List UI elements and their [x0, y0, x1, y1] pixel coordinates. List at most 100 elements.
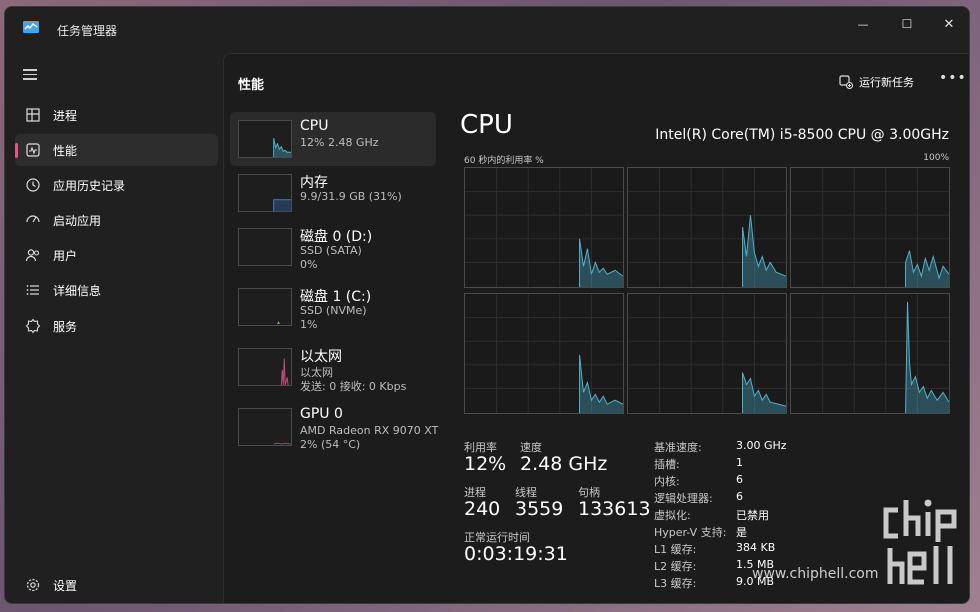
core-graph-3: [464, 293, 624, 414]
spec-key: 基准速度:: [654, 441, 702, 454]
resource-item-cpu[interactable]: CPU 12% 2.48 GHz: [230, 112, 436, 166]
utilization-value: 12%: [464, 453, 507, 475]
speed-value: 2.48 GHz: [520, 453, 608, 475]
sidebar-item-label: 启动应用: [53, 213, 102, 228]
resource-usage: 1%: [300, 318, 318, 331]
spec-key: 内核:: [654, 475, 680, 488]
sidebar-item-label: 用户: [53, 248, 78, 263]
spec-value: 384 KB: [736, 541, 776, 554]
services-icon: [25, 318, 41, 334]
sidebar-item-settings[interactable]: 设置: [15, 569, 218, 601]
core-graph-0: [464, 167, 624, 288]
sidebar-item-label: 进程: [53, 108, 78, 123]
processes-value: 240: [464, 498, 501, 520]
spec-key: L1 缓存:: [654, 543, 697, 556]
spec-value: 已禁用: [736, 509, 769, 522]
resource-usage: 0%: [300, 258, 318, 271]
cpu-core-graphs: [464, 167, 952, 415]
maximize-icon: ☐: [901, 17, 913, 31]
resource-usage: 2% (54 °C): [300, 438, 361, 451]
sidebar-item-processes[interactable]: 进程: [15, 99, 218, 131]
spec-key: L3 缓存:: [654, 577, 697, 590]
cpu-model-name: Intel(R) Core(TM) i5-8500 CPU @ 3.00GHz: [655, 127, 949, 143]
chiphell-logo: [883, 499, 957, 585]
core-graph-5: [790, 293, 950, 414]
task-manager-window: 任务管理器 — ☐ ✕ 进程 性能 应用历史记录 启动应用 用户 详细信息 服务…: [4, 6, 970, 604]
spec-value: 1: [736, 456, 743, 469]
sidebar-item-label: 详细信息: [53, 283, 102, 298]
startup-icon: [26, 215, 40, 223]
run-task-label: 运行新任务: [859, 76, 914, 89]
hamburger-menu-icon[interactable]: [23, 69, 37, 83]
core-graph-4: [627, 293, 787, 414]
handles-value: 133613: [578, 498, 651, 520]
spec-key: Hyper-V 支持:: [654, 526, 727, 539]
resource-item-memory[interactable]: 内存 9.9/31.9 GB (31%): [230, 166, 436, 220]
spec-value: 3.00 GHz: [736, 439, 787, 452]
core-graph-2: [790, 167, 950, 288]
sidebar-item-label: 应用历史记录: [53, 178, 126, 193]
sidebar-item-label: 服务: [53, 319, 78, 334]
ethernet-thumbnail-graph: [238, 348, 292, 386]
main-panel: 性能 运行新任务 ••• CPU 12% 2.48 GHz 内存 9.9/31.…: [223, 53, 969, 603]
resource-subtitle: 12% 2.48 GHz: [300, 136, 379, 149]
sidebar-item-services[interactable]: 服务: [15, 310, 218, 342]
sidebar-item-startup[interactable]: 启动应用: [15, 204, 218, 236]
close-button[interactable]: ✕: [929, 11, 969, 37]
minimize-button[interactable]: —: [843, 11, 883, 37]
graph-max-label: 100%: [923, 153, 949, 163]
detail-title: CPU: [460, 110, 513, 140]
resource-item-ethernet[interactable]: 以太网 以太网 发送: 0 接收: 0 Kbps: [230, 340, 436, 394]
run-new-task-button[interactable]: 运行新任务: [839, 74, 914, 90]
sidebar-item-label: 性能: [53, 143, 78, 158]
page-title: 性能: [238, 78, 265, 93]
performance-icon: [26, 143, 40, 157]
disk1-thumbnail-graph: [238, 288, 292, 326]
sidebar-item-users[interactable]: 用户: [15, 239, 218, 271]
resource-subtitle: 9.9/31.9 GB (31%): [300, 190, 402, 203]
spec-value: 6: [736, 473, 743, 486]
uptime-value: 0:03:19:31: [464, 543, 568, 565]
watermark-url: www.chiphell.com: [752, 566, 879, 582]
resource-name: 以太网: [300, 349, 342, 365]
resource-item-gpu[interactable]: GPU 0 AMD Radeon RX 9070 XT 2% (54 °C): [230, 400, 439, 454]
spec-value: 6: [736, 490, 743, 503]
resource-item-disk0[interactable]: 磁盘 0 (D:) SSD (SATA) 0%: [230, 220, 436, 274]
more-options-icon[interactable]: •••: [939, 70, 967, 86]
resource-usage: 发送: 0 接收: 0 Kbps: [300, 380, 407, 393]
resource-subtitle: SSD (SATA): [300, 244, 362, 257]
cpu-thumbnail-graph: [238, 120, 292, 158]
sidebar-item-performance[interactable]: 性能: [15, 134, 218, 166]
app-title: 任务管理器: [57, 24, 118, 38]
sidebar-item-label: 设置: [53, 578, 78, 593]
spec-value: 是: [736, 526, 747, 539]
resource-name: GPU 0: [300, 406, 343, 422]
title-bar: 任务管理器 — ☐ ✕: [5, 7, 969, 47]
sidebar: 进程 性能 应用历史记录 启动应用 用户 详细信息 服务 设置: [5, 47, 223, 603]
minimize-icon: —: [857, 17, 869, 31]
maximize-button[interactable]: ☐: [887, 11, 927, 37]
processes-icon: [26, 108, 40, 122]
resource-name: 磁盘 1 (C:): [300, 289, 372, 305]
threads-value: 3559: [515, 498, 564, 520]
core-graph-1: [627, 167, 787, 288]
task-manager-app-icon: [23, 21, 39, 33]
resource-name: 磁盘 0 (D:): [300, 229, 373, 245]
sidebar-item-details[interactable]: 详细信息: [15, 274, 218, 306]
resource-name: 内存: [300, 175, 328, 191]
details-icon: [26, 285, 39, 295]
sidebar-item-app-history[interactable]: 应用历史记录: [15, 169, 218, 201]
history-icon: [26, 178, 40, 192]
memory-thumbnail-graph: [238, 174, 292, 212]
resource-subtitle: AMD Radeon RX 9070 XT: [300, 424, 439, 437]
run-task-icon: [839, 75, 853, 89]
spec-key: L2 缓存:: [654, 560, 697, 573]
users-icon: [25, 249, 40, 262]
resource-name: CPU: [300, 118, 329, 134]
disk0-thumbnail-graph: [238, 228, 292, 266]
resource-item-disk1[interactable]: 磁盘 1 (C:) SSD (NVMe) 1%: [230, 280, 436, 334]
spec-key: 插槽:: [654, 458, 680, 471]
graph-label: 60 秒内的利用率 %: [464, 156, 544, 166]
close-icon: ✕: [943, 16, 955, 32]
resource-subtitle: SSD (NVMe): [300, 304, 367, 317]
